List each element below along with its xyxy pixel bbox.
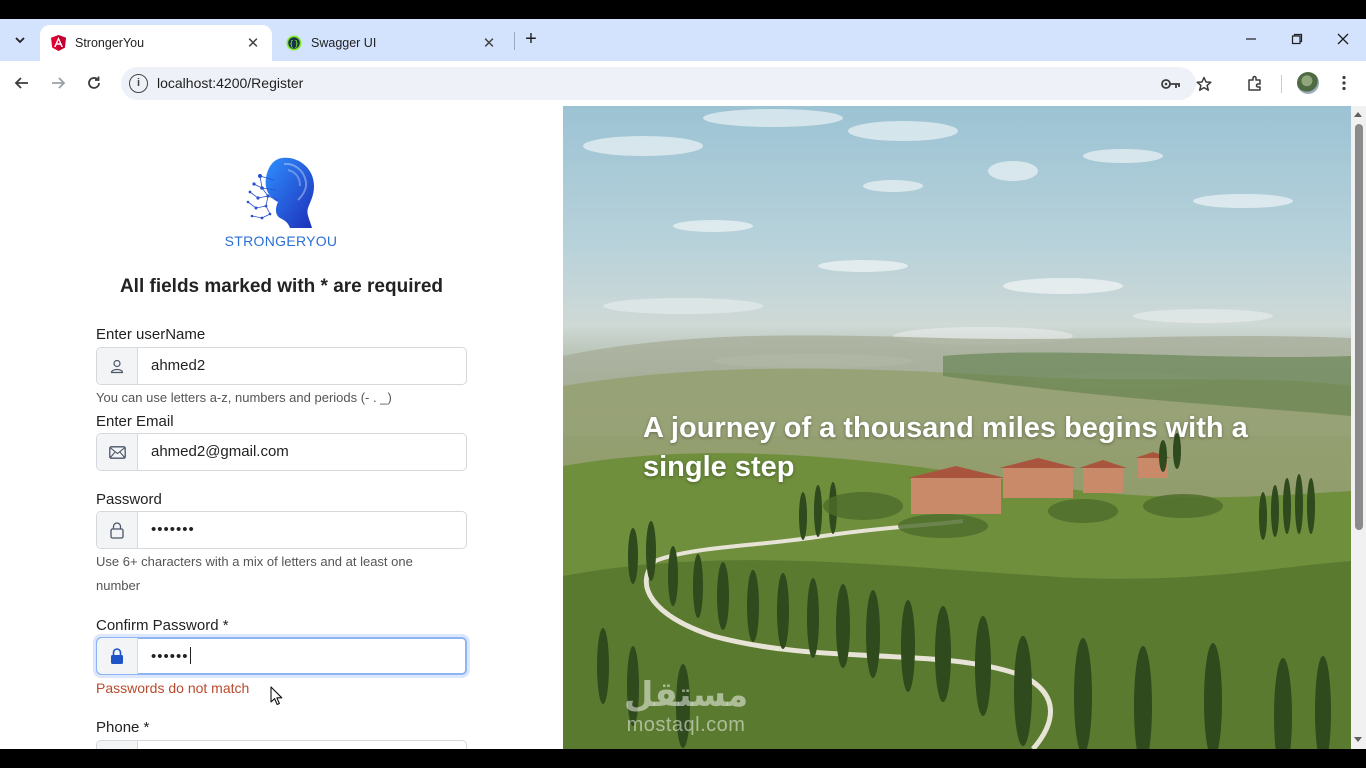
email-value: ahmed2@gmail.com: [151, 443, 289, 460]
username-label: Enter userName: [96, 326, 206, 343]
page-title: All fields marked with * are required: [119, 276, 444, 297]
register-panel: STRONGERYOU All fields marked with * are…: [0, 106, 563, 749]
confirm-password-field[interactable]: ••••••: [96, 637, 467, 675]
mostaql-watermark: مستقل mostaql.com: [601, 676, 771, 736]
password-field[interactable]: •••••••: [96, 511, 467, 549]
menu-kebab-icon[interactable]: [1330, 69, 1358, 97]
lock-filled-icon: [97, 638, 138, 674]
scroll-thumb[interactable]: [1355, 124, 1363, 530]
url-text[interactable]: localhost:4200/Register: [157, 75, 303, 91]
tab-close-icon[interactable]: ✕: [244, 34, 262, 52]
reload-icon[interactable]: [80, 69, 108, 97]
mouse-cursor-icon: [270, 686, 284, 706]
page: STRONGERYOU All fields marked with * are…: [0, 106, 1366, 749]
scroll-down-arrow-icon[interactable]: [1354, 737, 1362, 742]
tab-strip: StrongerYou ✕ {} Swagger UI ✕ +: [0, 19, 1366, 61]
password-hint: Use 6+ characters with a mix of letters …: [96, 554, 413, 593]
forward-icon[interactable]: [44, 69, 72, 97]
password-mismatch-error: Passwords do not match: [96, 680, 250, 696]
phone-addon: [97, 741, 138, 749]
browser-toolbar: i localhost:4200/Register: [0, 61, 1366, 106]
screen: StrongerYou ✕ {} Swagger UI ✕ + i localh…: [0, 0, 1366, 768]
tab-separator: [514, 32, 515, 50]
profile-avatar[interactable]: [1297, 72, 1319, 94]
page-scrollbar[interactable]: [1351, 106, 1366, 749]
browser-chrome: StrongerYou ✕ {} Swagger UI ✕ + i localh…: [0, 19, 1366, 106]
tab-strongeryou[interactable]: StrongerYou ✕: [40, 25, 272, 61]
text-caret: [189, 647, 191, 664]
scroll-up-arrow-icon[interactable]: [1354, 112, 1362, 117]
envelope-icon: [97, 434, 138, 470]
confirm-password-dots: ••••••: [151, 648, 189, 665]
password-value: •••••••: [151, 521, 195, 538]
tab-swagger[interactable]: {} Swagger UI ✕: [276, 25, 508, 61]
restore-icon[interactable]: [1274, 25, 1320, 53]
hero-quote: A journey of a thousand miles begins wit…: [643, 412, 1248, 483]
watermark-arabic: مستقل: [623, 676, 749, 714]
username-value: ahmed2: [151, 357, 206, 374]
tab-title: Swagger UI: [311, 36, 377, 50]
password-label: Password: [96, 491, 162, 508]
close-window-icon[interactable]: [1320, 25, 1366, 53]
angular-favicon-icon: [50, 35, 66, 51]
user-icon: [97, 348, 138, 384]
confirm-password-value: ••••••: [151, 647, 191, 665]
email-field[interactable]: ahmed2@gmail.com: [96, 433, 467, 471]
phone-field[interactable]: [96, 740, 467, 749]
extensions-icon[interactable]: [1241, 69, 1269, 97]
tab-search-icon[interactable]: [7, 27, 33, 53]
phone-label: Phone *: [96, 719, 150, 736]
site-info-icon[interactable]: i: [129, 74, 148, 93]
new-tab-button[interactable]: +: [520, 29, 542, 51]
address-bar[interactable]: i localhost:4200/Register: [121, 67, 1212, 100]
brand-name: STRONGERYOU: [224, 233, 338, 249]
svg-text:{}: {}: [289, 39, 299, 48]
email-label: Enter Email: [96, 413, 174, 430]
toolbar-separator: [1281, 75, 1282, 93]
password-key-icon[interactable]: [1161, 74, 1181, 94]
username-field[interactable]: ahmed2: [96, 347, 467, 385]
username-hint: You can use letters a-z, numbers and per…: [96, 390, 392, 405]
tab-title: StrongerYou: [75, 36, 145, 50]
confirm-password-label: Confirm Password *: [96, 617, 229, 634]
tab-close-icon[interactable]: ✕: [480, 34, 498, 52]
back-icon[interactable]: [8, 69, 36, 97]
lock-icon: [97, 512, 138, 548]
swagger-favicon-icon: {}: [286, 35, 302, 51]
hero-image: A journey of a thousand miles begins wit…: [563, 106, 1351, 749]
strongeryou-logo-icon: [240, 156, 322, 230]
minimize-icon[interactable]: [1228, 25, 1274, 53]
bookmark-star-icon[interactable]: [1194, 74, 1214, 94]
watermark-latin: mostaql.com: [626, 714, 746, 736]
